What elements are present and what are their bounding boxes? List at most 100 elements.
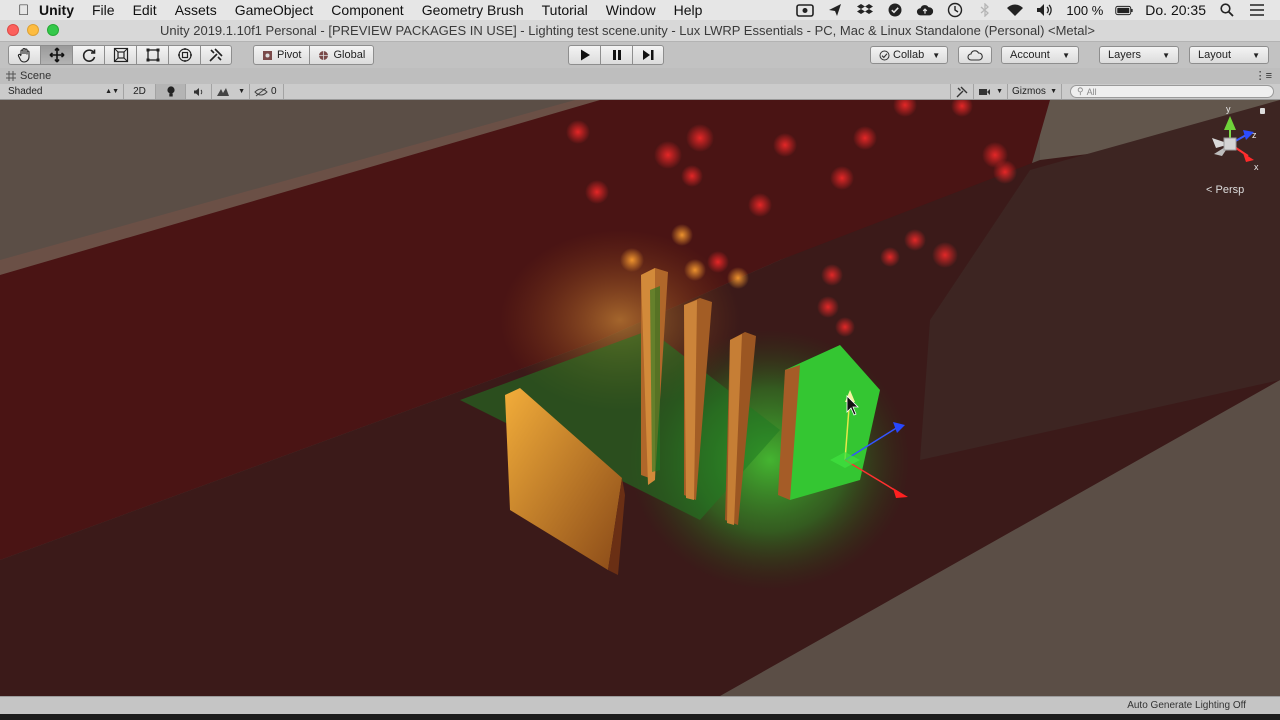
menu-component[interactable]: Component: [322, 2, 412, 18]
cloud-services-button[interactable]: [958, 46, 992, 64]
time-machine-icon[interactable]: [946, 2, 964, 18]
scene-tab-bar: Scene ⋮≡: [0, 68, 1280, 84]
menu-geometry-brush[interactable]: Geometry Brush: [413, 2, 533, 18]
shading-mode-dropdown[interactable]: Shaded ▲▼: [0, 84, 124, 99]
svg-text:z: z: [1252, 130, 1257, 140]
pivot-label: Pivot: [277, 49, 302, 61]
battery-icon[interactable]: [1115, 3, 1133, 17]
menu-assets[interactable]: Assets: [166, 2, 226, 18]
collab-dropdown[interactable]: Collab ▼: [870, 46, 948, 64]
menu-help[interactable]: Help: [665, 2, 712, 18]
minimize-window-button[interactable]: [27, 24, 39, 36]
scale-tool-icon[interactable]: [104, 45, 136, 65]
collab-label: Collab: [893, 49, 925, 61]
close-window-button[interactable]: [7, 24, 19, 36]
transform-tool-icon[interactable]: [168, 45, 200, 65]
pivot-global-toggles: Pivot Global: [253, 45, 375, 65]
zoom-window-button[interactable]: [47, 24, 59, 36]
scene-viewport[interactable]: [0, 100, 1280, 696]
dropbox-icon[interactable]: [856, 3, 874, 17]
bluetooth-icon[interactable]: [976, 3, 994, 17]
battery-percent[interactable]: 100 %: [1066, 3, 1103, 18]
menu-tutorial[interactable]: Tutorial: [533, 2, 597, 18]
chevron-down-icon: ▼: [1162, 50, 1170, 60]
layers-dropdown[interactable]: Layers ▼: [1099, 46, 1179, 64]
shading-mode-label: Shaded: [8, 86, 43, 97]
window-title: Unity 2019.1.10f1 Personal - [PREVIEW PA…: [160, 23, 1095, 38]
search-placeholder: All: [1086, 86, 1097, 97]
apple-logo-icon[interactable]: : [0, 2, 30, 19]
svg-text:x: x: [1254, 162, 1259, 172]
projection-toggle[interactable]: < Persp: [1206, 184, 1244, 196]
window-title-bar: Unity 2019.1.10f1 Personal - [PREVIEW PA…: [0, 20, 1280, 42]
menu-file[interactable]: File: [83, 2, 124, 18]
play-icon: [580, 49, 590, 61]
chevron-down-icon: ▼: [238, 88, 245, 95]
screen-record-icon[interactable]: [796, 3, 815, 17]
eye-slash-icon: [254, 87, 268, 96]
scene-tab-label: Scene: [20, 70, 52, 82]
pivot-icon: [263, 50, 272, 60]
search-icon: ⚲: [1077, 86, 1084, 96]
move-tool-icon[interactable]: [40, 45, 72, 65]
lighting-toggle-button[interactable]: [156, 84, 186, 99]
wifi-icon[interactable]: [1006, 3, 1024, 17]
menu-edit[interactable]: Edit: [124, 2, 166, 18]
scene-search-input[interactable]: ⚲ All: [1070, 85, 1274, 98]
layout-dropdown[interactable]: Layout ▼: [1189, 46, 1269, 64]
step-button[interactable]: [632, 45, 664, 65]
scene-tools-button[interactable]: [950, 84, 974, 99]
camera-dropdown[interactable]: ▼: [974, 84, 1008, 99]
cloud-services-icon: [967, 49, 983, 61]
2d-label: 2D: [133, 86, 146, 97]
chevron-down-icon: ▼: [1062, 50, 1070, 60]
window-bottom-edge: [0, 714, 1280, 720]
chevron-down-icon: ▲▼: [105, 88, 119, 95]
account-label: Account: [1010, 49, 1050, 61]
pause-icon: [612, 50, 621, 60]
chevron-down-icon: ▼: [1050, 88, 1057, 95]
audio-toggle-button[interactable]: [186, 84, 212, 99]
volume-icon[interactable]: [1036, 3, 1054, 17]
play-button[interactable]: [568, 45, 600, 65]
tab-menu-icon[interactable]: ⋮≡: [1255, 69, 1272, 82]
account-dropdown[interactable]: Account ▼: [1001, 46, 1079, 64]
menu-clock[interactable]: Do. 20:35: [1145, 2, 1206, 18]
speaker-icon: [193, 87, 202, 96]
cloud-icon[interactable]: [916, 3, 934, 17]
pivot-button[interactable]: Pivot: [253, 45, 310, 65]
tab-scene[interactable]: Scene: [6, 70, 51, 82]
lighting-status-text[interactable]: Auto Generate Lighting Off: [1127, 700, 1246, 711]
scene-view-toolbar: Shaded ▲▼ 2D ▼ 0 ▼ Gizmos ▼ ⚲ All: [0, 84, 1280, 100]
kite-icon[interactable]: [826, 3, 844, 17]
menu-bar:  Unity File Edit Assets GameObject Comp…: [0, 0, 1280, 20]
menu-gameobject[interactable]: GameObject: [226, 2, 323, 18]
custom-tool-icon[interactable]: [200, 45, 232, 65]
persp-label: Persp: [1215, 184, 1245, 196]
collab-check-icon: [879, 50, 890, 60]
effects-dropdown[interactable]: ▼: [212, 84, 250, 99]
tools-icon: [956, 86, 968, 97]
spotlight-search-icon[interactable]: [1218, 3, 1236, 17]
menu-unity[interactable]: Unity: [30, 2, 83, 18]
layout-label: Layout: [1198, 49, 1232, 61]
rotate-tool-icon[interactable]: [72, 45, 104, 65]
global-button[interactable]: Global: [309, 45, 375, 65]
light-bulb-icon: [166, 86, 175, 97]
pause-button[interactable]: [600, 45, 632, 65]
gizmo-lock-icon: [1260, 108, 1265, 114]
hand-tool-icon[interactable]: [8, 45, 40, 65]
hidden-objects-toggle[interactable]: 0: [250, 84, 284, 99]
scene-render: [0, 100, 1280, 696]
chevron-down-icon: ▼: [932, 50, 941, 60]
chevron-down-icon: ▼: [996, 88, 1003, 95]
menu-window[interactable]: Window: [597, 2, 665, 18]
camera-icon: [979, 88, 990, 95]
rect-tool-icon[interactable]: [136, 45, 168, 65]
notification-center-icon[interactable]: [1248, 3, 1266, 17]
gizmos-dropdown[interactable]: Gizmos ▼: [1008, 84, 1062, 99]
globe-icon: [319, 50, 329, 60]
scene-orientation-gizmo[interactable]: y z x < Persp: [1196, 104, 1268, 196]
2d-toggle-button[interactable]: 2D: [124, 84, 156, 99]
check-circle-icon[interactable]: [886, 3, 904, 17]
